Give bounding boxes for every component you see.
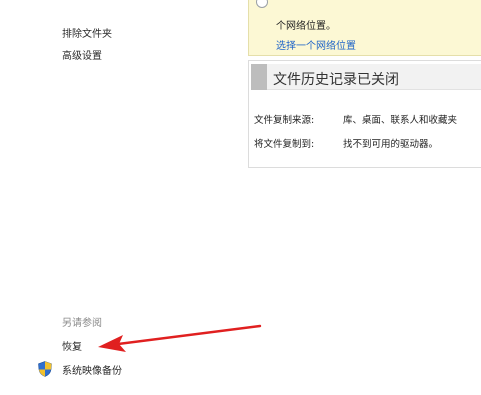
copy-source-value: 库、桌面、联系人和收藏夹: [343, 115, 458, 126]
copy-destination-label: 将文件复制到:: [254, 139, 315, 150]
status-title: 文件历史记录已关闭: [273, 72, 399, 88]
file-history-icon: [251, 64, 267, 90]
exclude-folders-link[interactable]: 排除文件夹: [62, 25, 112, 40]
advanced-settings-link[interactable]: 高级设置: [62, 47, 102, 62]
see-also-heading: 另请参阅: [62, 318, 102, 329]
copy-source-label: 文件复制来源:: [254, 115, 315, 126]
notice-text: 个网络位置。: [276, 21, 336, 32]
select-network-location-link[interactable]: 选择一个网络位置: [276, 37, 356, 52]
uac-shield-icon: [38, 361, 52, 377]
recovery-link[interactable]: 恢复: [62, 338, 82, 353]
copy-destination-value: 找不到可用的驱动器。: [343, 139, 439, 150]
system-image-backup-link[interactable]: 系统映像备份: [62, 362, 122, 377]
